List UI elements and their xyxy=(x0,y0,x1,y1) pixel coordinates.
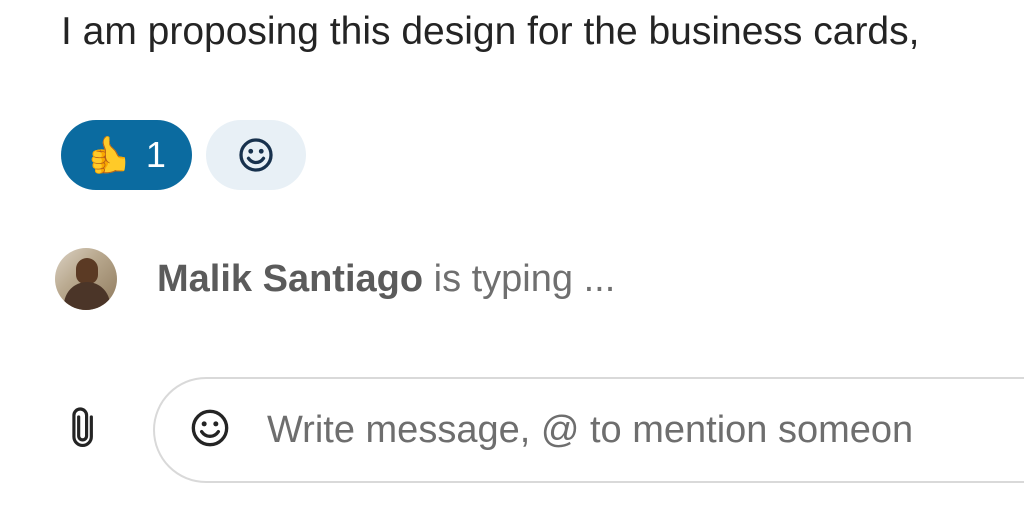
add-reaction-button[interactable] xyxy=(206,120,306,190)
attach-button[interactable] xyxy=(55,400,115,460)
compose-emoji-button[interactable] xyxy=(187,407,233,453)
typing-text: Malik Santiago is typing ... xyxy=(157,258,615,301)
typing-indicator: Malik Santiago is typing ... xyxy=(55,248,615,310)
paperclip-icon xyxy=(66,404,104,457)
compose-row: Write message, @ to mention someon xyxy=(55,370,1024,490)
compose-placeholder: Write message, @ to mention someon xyxy=(267,409,913,452)
smile-icon xyxy=(238,137,274,173)
smile-icon xyxy=(190,408,230,453)
typing-user-name: Malik Santiago xyxy=(157,258,423,300)
thumbsup-icon: 👍 xyxy=(87,137,132,173)
reactions-bar: 👍 1 xyxy=(61,120,306,190)
compose-input[interactable]: Write message, @ to mention someon xyxy=(153,377,1024,483)
reaction-count: 1 xyxy=(146,134,166,176)
typing-suffix: is typing ... xyxy=(423,258,615,300)
message-text: I am proposing this design for the busin… xyxy=(61,10,919,54)
reaction-thumbsup[interactable]: 👍 1 xyxy=(61,120,192,190)
avatar xyxy=(55,248,117,310)
